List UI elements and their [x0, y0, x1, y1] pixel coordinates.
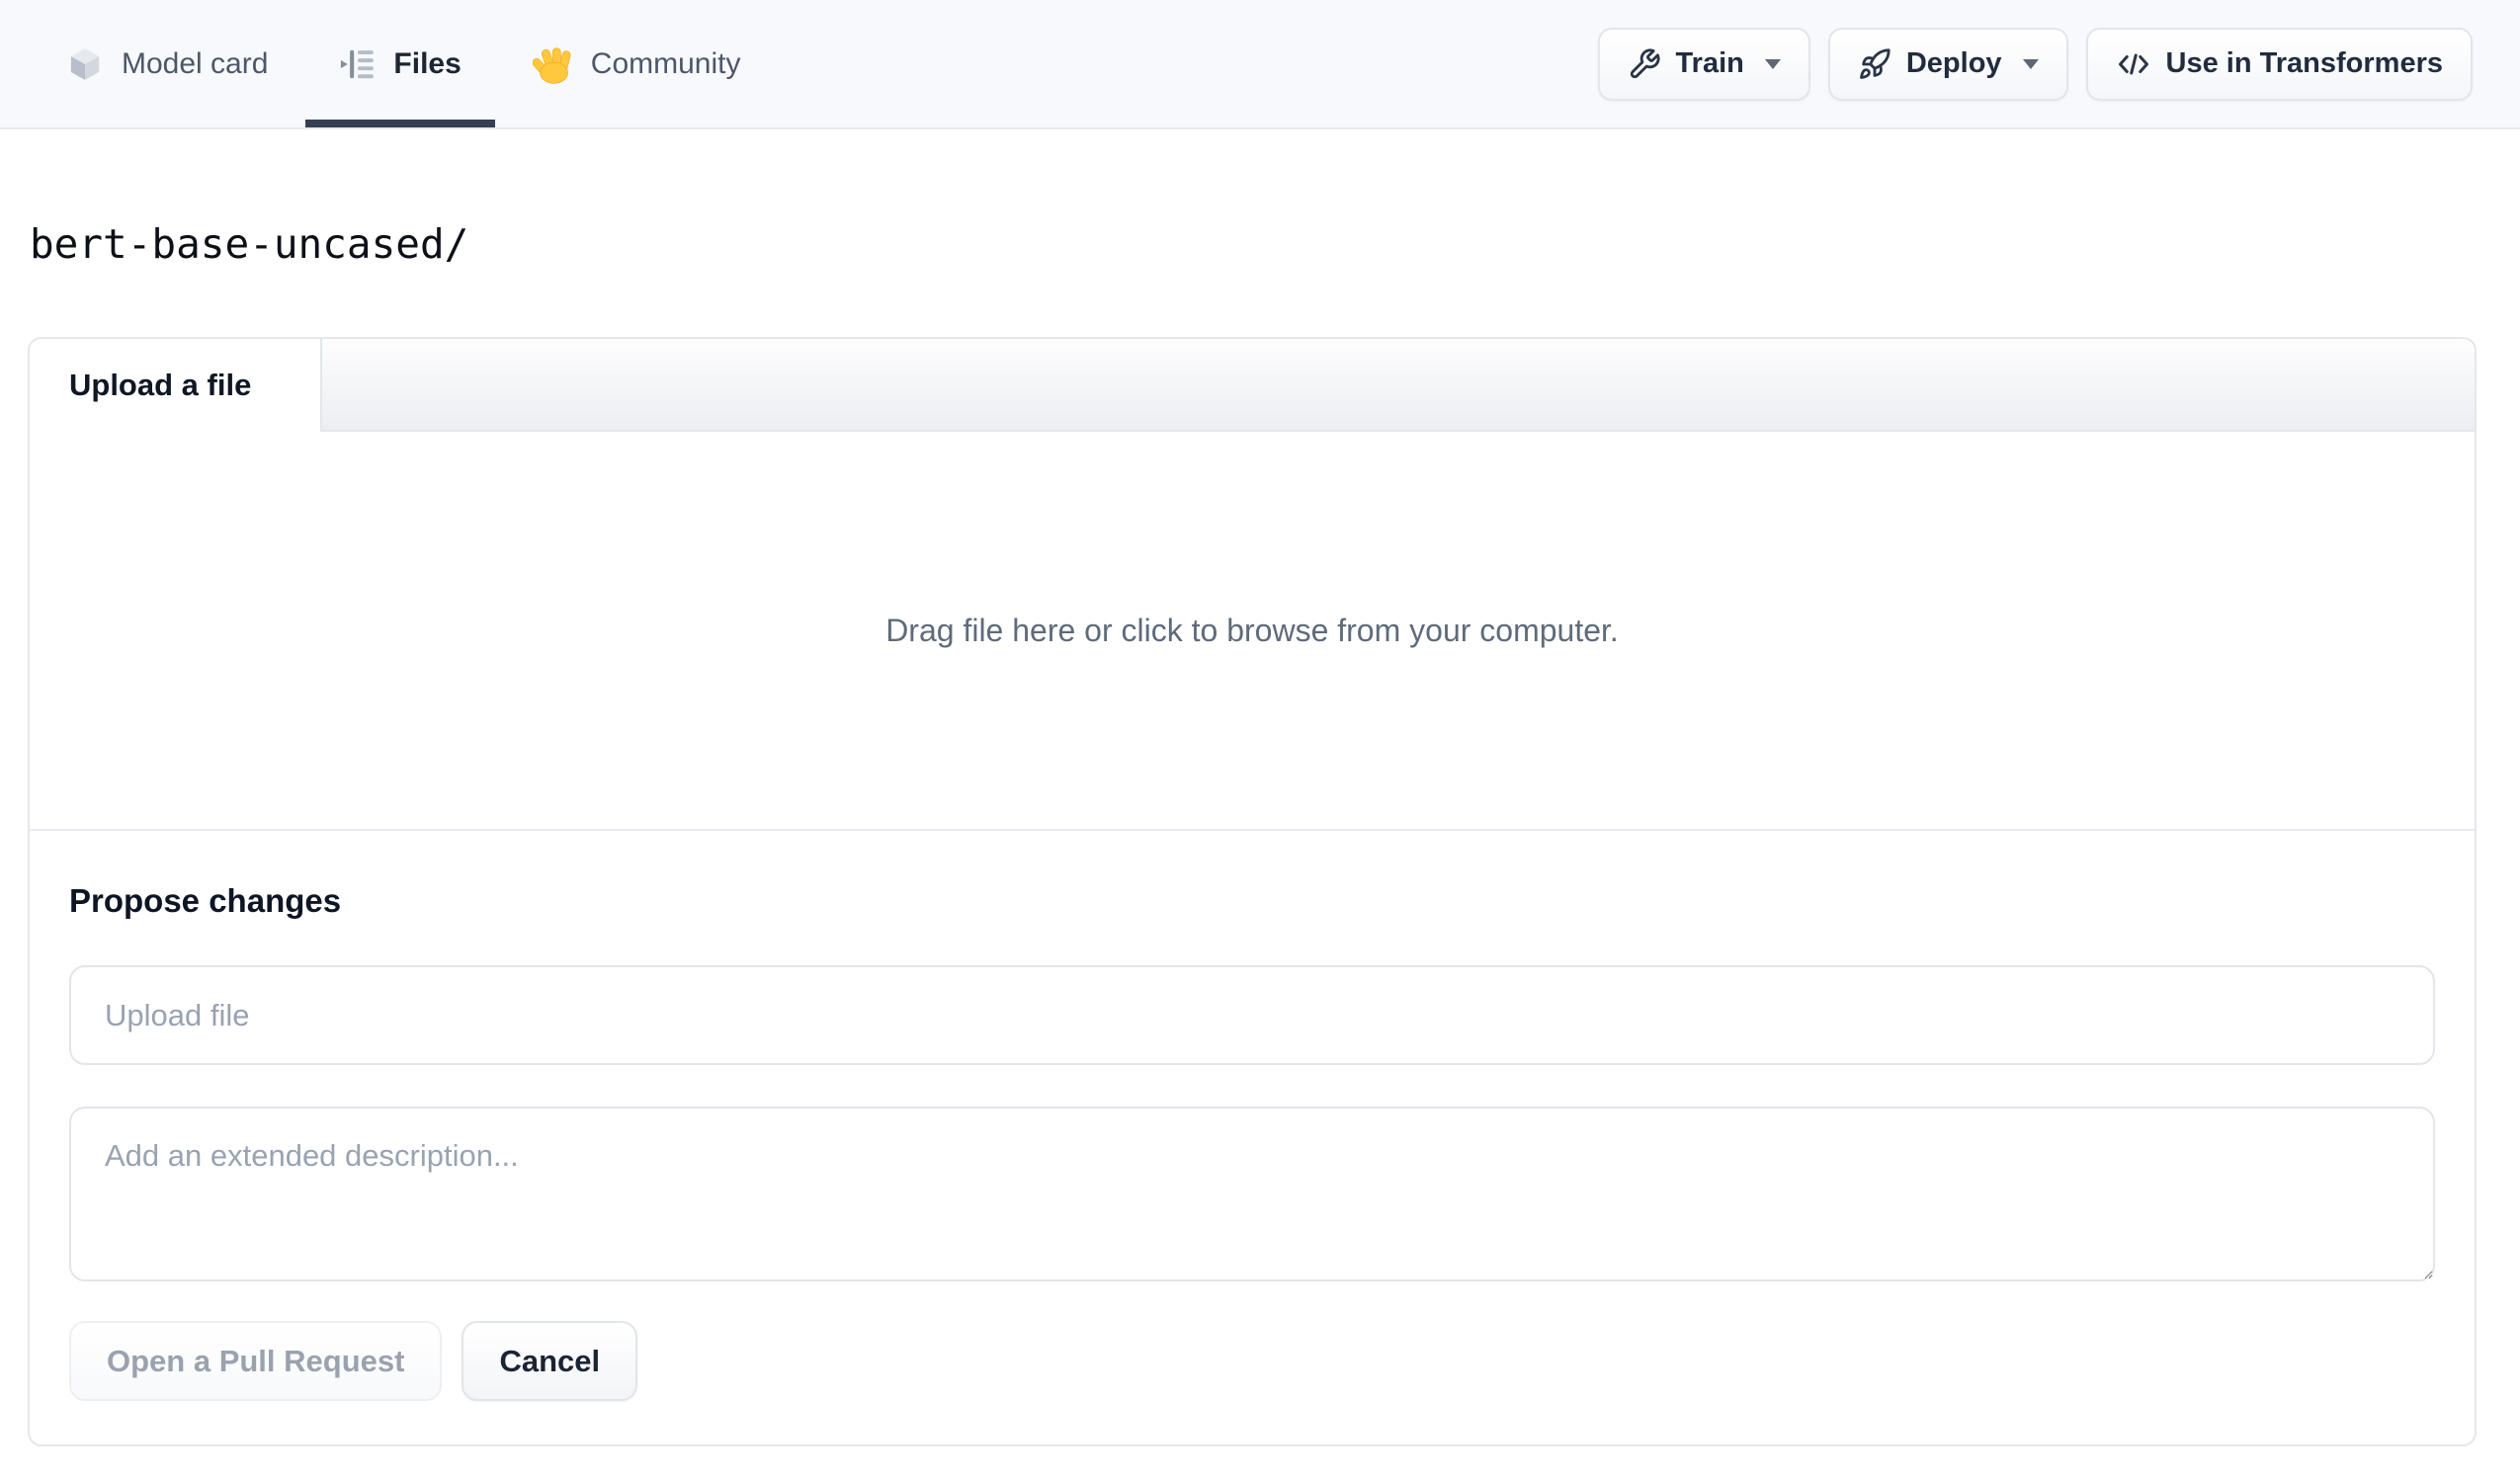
- wave-icon: [532, 43, 574, 85]
- upload-file-input[interactable]: [69, 965, 2435, 1065]
- repo-nav-tabs: Model card Files Community: [65, 0, 740, 127]
- use-in-transformers-label: Use in Transformers: [2165, 47, 2443, 79]
- open-pull-request-button[interactable]: Open a Pull Request: [69, 1321, 443, 1401]
- repo-actions: Train Deploy Use in Transformers: [1597, 0, 2473, 127]
- cube-icon: [65, 44, 105, 84]
- deploy-button-label: Deploy: [1905, 47, 2002, 79]
- file-dropzone[interactable]: Drag file here or click to browse from y…: [30, 432, 2475, 831]
- propose-actions-row: Open a Pull Request Cancel: [69, 1321, 2435, 1401]
- wrench-icon: [1628, 47, 1661, 81]
- use-in-transformers-button[interactable]: Use in Transformers: [2085, 27, 2473, 101]
- upload-tab-strip: Upload a file: [30, 339, 2475, 432]
- chevron-down-icon: [2022, 58, 2039, 69]
- tab-community-label: Community: [590, 46, 741, 80]
- code-icon: [2116, 46, 2151, 82]
- extended-description-textarea[interactable]: [69, 1107, 2435, 1281]
- deploy-button[interactable]: Deploy: [1827, 27, 2068, 101]
- tab-model-card[interactable]: Model card: [65, 0, 268, 127]
- propose-changes-section: Propose changes Open a Pull Request Canc…: [30, 831, 2475, 1444]
- tab-files[interactable]: Files: [305, 0, 496, 127]
- rocket-icon: [1858, 47, 1891, 81]
- tab-upload-a-file[interactable]: Upload a file: [30, 339, 322, 432]
- upload-panel: Upload a file Drag file here or click to…: [28, 337, 2477, 1446]
- tab-community[interactable]: Community: [532, 0, 741, 127]
- cancel-button[interactable]: Cancel: [462, 1321, 638, 1401]
- propose-changes-heading: Propose changes: [69, 882, 342, 919]
- chevron-down-icon: [1764, 58, 1781, 69]
- train-button[interactable]: Train: [1597, 27, 1810, 101]
- repo-nav: Model card Files Community Train Deploy …: [0, 0, 2520, 129]
- tab-model-card-label: Model card: [122, 46, 269, 80]
- tab-upload-a-file-label: Upload a file: [69, 368, 252, 402]
- dropzone-hint: Drag file here or click to browse from y…: [885, 612, 1619, 648]
- train-button-label: Train: [1675, 47, 1744, 79]
- breadcrumb[interactable]: bert-base-uncased/: [30, 220, 2520, 268]
- tab-files-label: Files: [393, 46, 462, 80]
- files-icon: [339, 45, 377, 83]
